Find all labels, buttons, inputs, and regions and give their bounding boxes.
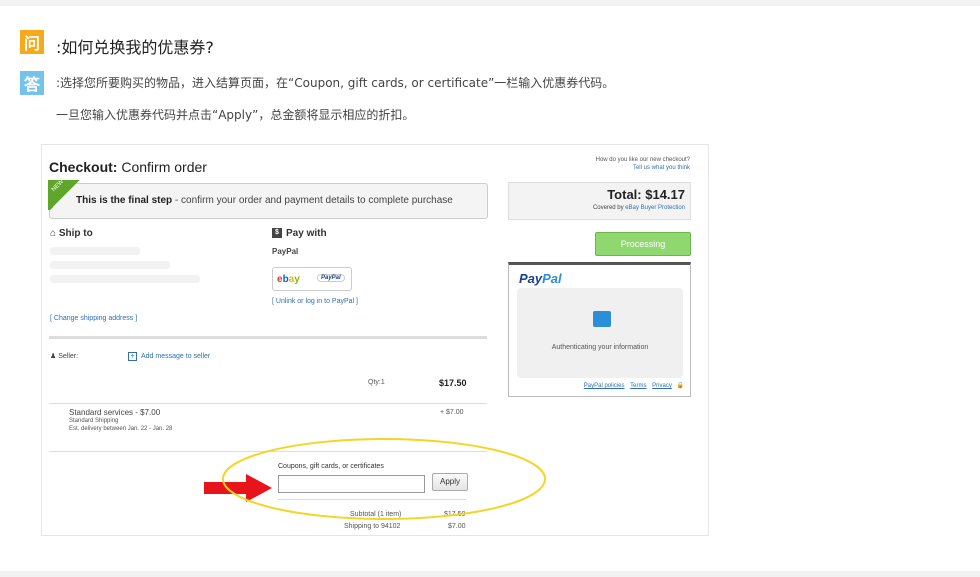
pay-method: PayPal [272, 247, 299, 256]
paypal-spinner-icon [593, 311, 611, 327]
unlink-paypal-link[interactable]: [ Unlink or log in to PayPal ] [272, 298, 358, 305]
answer-line-1: :选择您所要购买的物品，进入结算页面，在“Coupon, gift cards,… [56, 76, 615, 90]
answer-line-2: 一旦您输入优惠券代码并点击“Apply”，总金额将显示相应的折扣。 [56, 108, 415, 122]
home-icon: ⌂ [50, 228, 59, 239]
address-placeholder-1 [50, 247, 140, 255]
answer-badge: 答 [20, 71, 44, 95]
final-step-banner: NEW This is the final step - confirm you… [48, 179, 488, 219]
feedback-prompt: How do you like our new checkout? Tell u… [596, 156, 690, 172]
section-divider [49, 336, 487, 339]
person-icon: ♟ [50, 353, 59, 360]
final-step-text: This is the final step - confirm your or… [76, 195, 453, 206]
buyer-protection-link[interactable]: eBay Buyer Protection [625, 205, 685, 211]
final-step-bold: This is the final step [76, 195, 173, 206]
plus-icon: + [128, 352, 137, 361]
ebay-paypal-logo: ebay PayPal [272, 267, 352, 291]
checkout-title-bold: Checkout: [49, 159, 118, 175]
checkout-title-rest: Confirm order [117, 159, 207, 175]
ship-to-text: Ship to [58, 228, 93, 239]
lock-icon: 🔒 [676, 383, 684, 389]
coupon-label: Coupons, gift cards, or certificates [278, 463, 384, 470]
page-content: 问 :如何兑换我的优惠券? 答 :选择您所要购买的物品，进入结算页面，在“Cou… [0, 6, 980, 571]
order-total: Total: $14.17 [607, 187, 685, 202]
pay-with-label: $ Pay with [272, 228, 327, 239]
checkout-title: Checkout: Confirm order [49, 159, 207, 175]
dollar-icon: $ [272, 228, 282, 239]
paypal-policies-link[interactable]: PayPal policies [584, 383, 625, 389]
apply-button[interactable]: Apply [432, 473, 468, 491]
change-shipping-address-link[interactable]: [ Change shipping address ] [50, 315, 137, 322]
shipping-to-value: $7.00 [448, 523, 466, 530]
paypal-logo: PayPal [519, 271, 562, 286]
paypal-logo-pay: Pay [519, 271, 543, 286]
address-placeholder-3 [50, 275, 200, 283]
seller-text: Seller: [58, 353, 79, 360]
question-badge: 问 [20, 30, 44, 54]
paypal-panel: PayPal Authenticating your information P… [508, 262, 691, 397]
add-message-to-seller-link[interactable]: + Add message to seller [128, 352, 210, 361]
subtotal-label: Subtotal (1 item) [350, 511, 402, 518]
shipping-to-label: Shipping to 94102 [344, 523, 401, 530]
pay-with-text: Pay with [286, 228, 327, 239]
covered-by: Covered by [592, 205, 624, 211]
paypal-auth-box: Authenticating your information [517, 288, 683, 378]
question-text: :如何兑换我的优惠券? [56, 38, 214, 57]
terms-link[interactable]: Terms [630, 383, 646, 389]
privacy-link[interactable]: Privacy [652, 383, 672, 389]
seller-label: ♟ Seller: [50, 352, 78, 360]
quantity: Qty:1 [368, 379, 385, 386]
feedback-link[interactable]: Tell us what you think [596, 164, 690, 172]
ship-to-label: ⌂ Ship to [50, 228, 93, 239]
item-price: $17.50 [439, 378, 467, 388]
delivery-estimate: Est. delivery between Jan. 22 - Jan. 28 [69, 426, 173, 432]
add-message-text: Add message to seller [141, 353, 211, 360]
coupon-input[interactable] [278, 475, 425, 493]
authenticating-text: Authenticating your information [551, 344, 649, 351]
checkout-screenshot: Checkout: Confirm order NEW This is the … [41, 144, 709, 536]
red-arrow-icon [204, 474, 272, 502]
shipping-service: Standard services - $7.00 [69, 408, 161, 417]
buyer-protection: Covered by eBay Buyer Protection [593, 205, 685, 211]
feedback-question: How do you like our new checkout? [595, 157, 690, 163]
ebay-logo: ebay [277, 274, 300, 285]
processing-button[interactable]: Processing [595, 232, 691, 256]
coupon-divider [278, 499, 466, 500]
final-step-rest: - confirm your order and payment details… [172, 195, 453, 206]
new-tag-label: NEW [50, 178, 66, 194]
order-total-box: Total: $14.17 Covered by eBay Buyer Prot… [508, 182, 691, 220]
shipping-type: Standard Shipping [69, 418, 119, 424]
address-placeholder-2 [50, 261, 170, 269]
paypal-mini-logo: PayPal [317, 274, 345, 282]
shipping-divider [49, 451, 487, 452]
item-divider [49, 403, 487, 404]
paypal-footer-links: PayPal policies Terms Privacy 🔒 [580, 382, 684, 389]
subtotal-value: $17.50 [444, 511, 466, 518]
shipping-cost: + $7.00 [440, 409, 464, 416]
paypal-logo-pal: Pal [542, 271, 562, 286]
